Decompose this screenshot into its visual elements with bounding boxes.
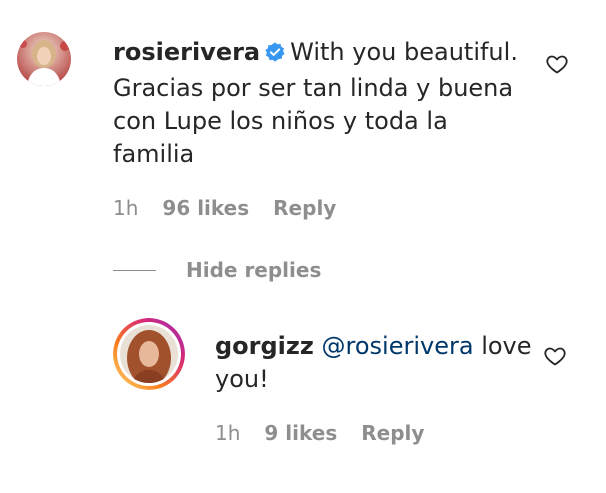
- reply-username[interactable]: gorgizz: [215, 332, 314, 360]
- avatar[interactable]: [17, 32, 71, 86]
- divider-line: [113, 269, 156, 271]
- comment-body: rosierivera With you beautiful. Gracias p…: [113, 36, 523, 171]
- verified-badge-icon: [264, 39, 286, 72]
- reply-body: gorgizz @rosierivera love you!: [215, 330, 535, 396]
- hide-replies-label: Hide replies: [186, 258, 322, 282]
- reply-button[interactable]: Reply: [361, 421, 424, 445]
- hide-replies-button[interactable]: Hide replies: [113, 258, 321, 282]
- reply-timestamp[interactable]: 1h: [215, 421, 240, 445]
- like-count[interactable]: 96 likes: [162, 196, 249, 220]
- reply-button[interactable]: Reply: [273, 196, 336, 220]
- comment-username[interactable]: rosierivera: [113, 38, 260, 66]
- avatar-image: [17, 32, 71, 86]
- mention-link[interactable]: @rosierivera: [322, 332, 474, 360]
- avatar[interactable]: [113, 318, 185, 390]
- reply-meta: 1h 9 likes Reply: [215, 421, 424, 445]
- comment-meta: 1h 96 likes Reply: [113, 196, 336, 220]
- heart-outline-icon[interactable]: [543, 344, 567, 372]
- heart-outline-icon[interactable]: [545, 52, 569, 80]
- comment-timestamp[interactable]: 1h: [113, 196, 138, 220]
- like-count[interactable]: 9 likes: [264, 421, 337, 445]
- avatar-image: [113, 318, 185, 390]
